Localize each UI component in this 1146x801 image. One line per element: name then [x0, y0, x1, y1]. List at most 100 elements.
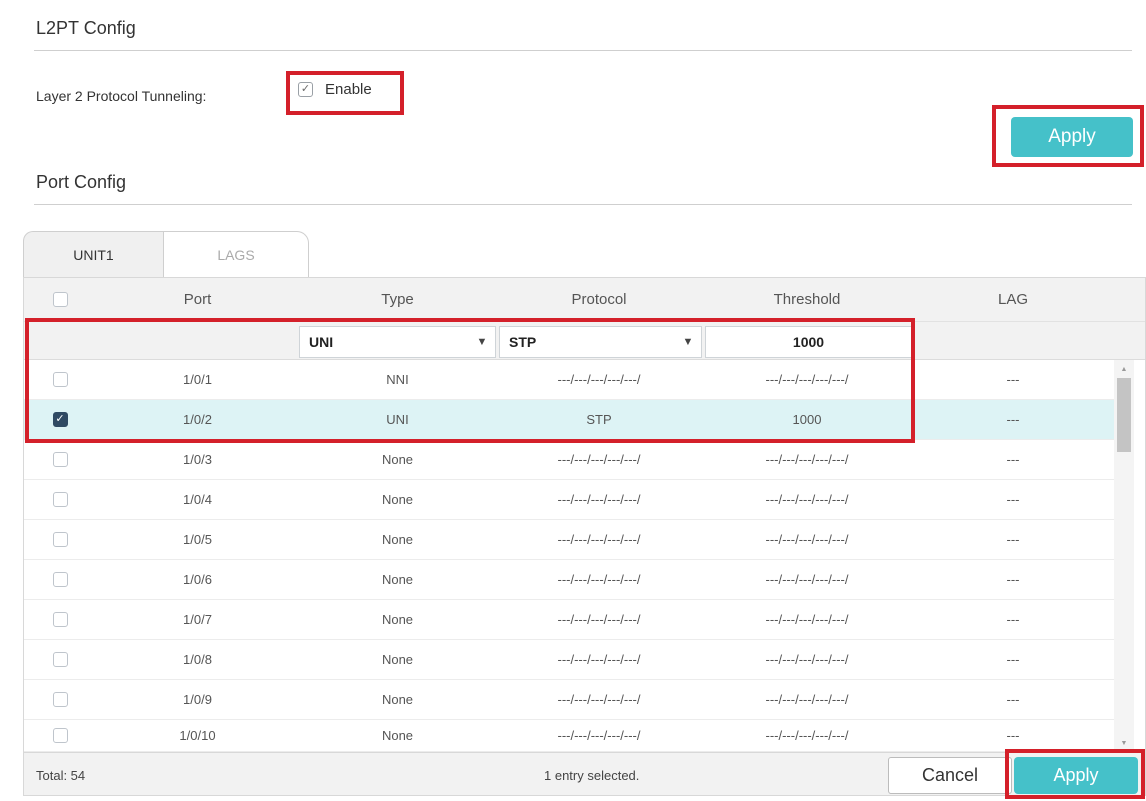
cell-lag: --- — [1006, 692, 1020, 707]
cell-protocol: ---/---/---/---/---/ — [557, 612, 641, 627]
column-header-threshold[interactable]: Threshold — [702, 278, 912, 321]
cell-threshold: 1000 — [792, 412, 822, 427]
cell-port: 1/0/2 — [183, 412, 212, 427]
type-select-value: UNI — [309, 334, 334, 350]
cell-protocol: STP — [586, 412, 612, 427]
table-row[interactable]: 1/0/7 None ---/---/---/---/---/ ---/---/… — [24, 600, 1114, 640]
cell-type: NNI — [386, 372, 409, 387]
cell-protocol: ---/---/---/---/---/ — [557, 692, 641, 707]
row-checkbox[interactable] — [52, 692, 68, 707]
table-row-selected[interactable]: ✓ 1/0/2 UNI STP 1000 --- — [24, 400, 1114, 440]
cell-type: None — [381, 652, 414, 667]
l2pt-tunneling-label: Layer 2 Protocol Tunneling: — [36, 88, 207, 104]
chevron-down-icon: ▼ — [682, 336, 694, 348]
protocol-select-value: STP — [509, 334, 537, 350]
cell-lag: --- — [1006, 612, 1020, 627]
table-row[interactable]: 1/0/6 None ---/---/---/---/---/ ---/---/… — [24, 560, 1114, 600]
table-header: Port Type Protocol Threshold LAG — [24, 278, 1145, 322]
cell-port: 1/0/5 — [183, 532, 212, 547]
cancel-button[interactable]: Cancel — [888, 757, 1012, 794]
table-row[interactable]: 1/0/8 None ---/---/---/---/---/ ---/---/… — [24, 640, 1114, 680]
tab-unit1[interactable]: UNIT1 — [23, 231, 164, 278]
scroll-up-arrow-icon[interactable]: ▲ — [1114, 362, 1134, 376]
cell-protocol: ---/---/---/---/---/ — [557, 728, 641, 743]
table-row[interactable]: 1/0/9 None ---/---/---/---/---/ ---/---/… — [24, 680, 1114, 720]
cell-lag: --- — [1006, 372, 1020, 387]
row-checkbox[interactable] — [52, 492, 68, 507]
cell-threshold: ---/---/---/---/---/ — [765, 492, 849, 507]
l2pt-enable-toggle[interactable]: ✓ Enable — [298, 81, 372, 98]
protocol-select[interactable]: STP ▼ — [499, 326, 702, 358]
port-divider — [34, 204, 1132, 205]
cell-type: UNI — [386, 412, 409, 427]
cell-lag: --- — [1006, 652, 1020, 667]
cell-port: 1/0/1 — [183, 372, 212, 387]
select-all-checkbox[interactable] — [52, 292, 68, 307]
row-checkbox[interactable] — [52, 728, 68, 743]
cell-lag: --- — [1006, 452, 1020, 467]
table-row[interactable]: 1/0/10 None ---/---/---/---/---/ ---/---… — [24, 720, 1114, 752]
port-apply-button[interactable]: Apply — [1014, 757, 1138, 794]
tab-lags[interactable]: LAGS — [164, 231, 309, 278]
scrollbar-thumb[interactable] — [1117, 378, 1131, 452]
cell-port: 1/0/6 — [183, 572, 212, 587]
port-table: Port Type Protocol Threshold LAG UNI ▼ S… — [23, 277, 1146, 796]
l2pt-divider — [34, 50, 1132, 51]
row-checkbox[interactable] — [52, 572, 68, 587]
table-scrollbar[interactable]: ▲ ▼ — [1114, 360, 1134, 752]
cell-type: None — [381, 572, 414, 587]
row-checkbox[interactable] — [52, 372, 68, 387]
column-header-port[interactable]: Port — [96, 278, 299, 321]
table-row[interactable]: 1/0/1 NNI ---/---/---/---/---/ ---/---/-… — [24, 360, 1114, 400]
table-row[interactable]: 1/0/5 None ---/---/---/---/---/ ---/---/… — [24, 520, 1114, 560]
check-icon: ✓ — [55, 413, 65, 425]
cell-threshold: ---/---/---/---/---/ — [765, 452, 849, 467]
row-checkbox[interactable] — [52, 452, 68, 467]
type-select[interactable]: UNI ▼ — [299, 326, 496, 358]
cell-port: 1/0/4 — [183, 492, 212, 507]
table-footer: Total: 54 1 entry selected. Cancel Apply — [24, 752, 1145, 795]
cell-type: None — [381, 532, 414, 547]
column-header-protocol[interactable]: Protocol — [496, 278, 702, 321]
cell-threshold: ---/---/---/---/---/ — [765, 692, 849, 707]
column-header-lag[interactable]: LAG — [912, 278, 1114, 321]
cell-threshold: ---/---/---/---/---/ — [765, 532, 849, 547]
cell-lag: --- — [1006, 412, 1020, 427]
cell-threshold: ---/---/---/---/---/ — [765, 728, 849, 743]
scroll-down-arrow-icon[interactable]: ▼ — [1114, 736, 1134, 750]
chevron-down-icon: ▼ — [476, 336, 488, 348]
cell-protocol: ---/---/---/---/---/ — [557, 572, 641, 587]
cell-port: 1/0/3 — [183, 452, 212, 467]
check-icon: ✓ — [300, 83, 311, 95]
unit-tabs: UNIT1 LAGS — [23, 231, 309, 278]
enable-label: Enable — [325, 81, 372, 98]
enable-checkbox[interactable]: ✓ — [298, 82, 313, 97]
cell-threshold: ---/---/---/---/---/ — [765, 652, 849, 667]
row-checkbox[interactable] — [52, 612, 68, 627]
cell-type: None — [381, 612, 414, 627]
threshold-input[interactable]: 1000 — [705, 326, 912, 358]
l2pt-apply-button[interactable]: Apply — [1011, 117, 1133, 157]
cell-protocol: ---/---/---/---/---/ — [557, 492, 641, 507]
cell-lag: --- — [1006, 728, 1020, 743]
edit-row: UNI ▼ STP ▼ 1000 — [24, 322, 1145, 360]
cell-protocol: ---/---/---/---/---/ — [557, 652, 641, 667]
cell-threshold: ---/---/---/---/---/ — [765, 372, 849, 387]
cell-lag: --- — [1006, 532, 1020, 547]
cell-protocol: ---/---/---/---/---/ — [557, 532, 641, 547]
table-row[interactable]: 1/0/3 None ---/---/---/---/---/ ---/---/… — [24, 440, 1114, 480]
column-header-type[interactable]: Type — [299, 278, 496, 321]
l2pt-config-title: L2PT Config — [36, 18, 136, 38]
cell-type: None — [381, 728, 414, 743]
cell-protocol: ---/---/---/---/---/ — [557, 372, 641, 387]
cell-port: 1/0/9 — [183, 692, 212, 707]
table-row[interactable]: 1/0/4 None ---/---/---/---/---/ ---/---/… — [24, 480, 1114, 520]
cell-port: 1/0/8 — [183, 652, 212, 667]
row-checkbox[interactable] — [52, 532, 68, 547]
threshold-input-value: 1000 — [792, 334, 825, 350]
cell-type: None — [381, 452, 414, 467]
cell-threshold: ---/---/---/---/---/ — [765, 612, 849, 627]
row-checkbox[interactable] — [52, 652, 68, 667]
total-count: Total: 54 — [36, 768, 86, 783]
row-checkbox[interactable]: ✓ — [52, 412, 68, 427]
